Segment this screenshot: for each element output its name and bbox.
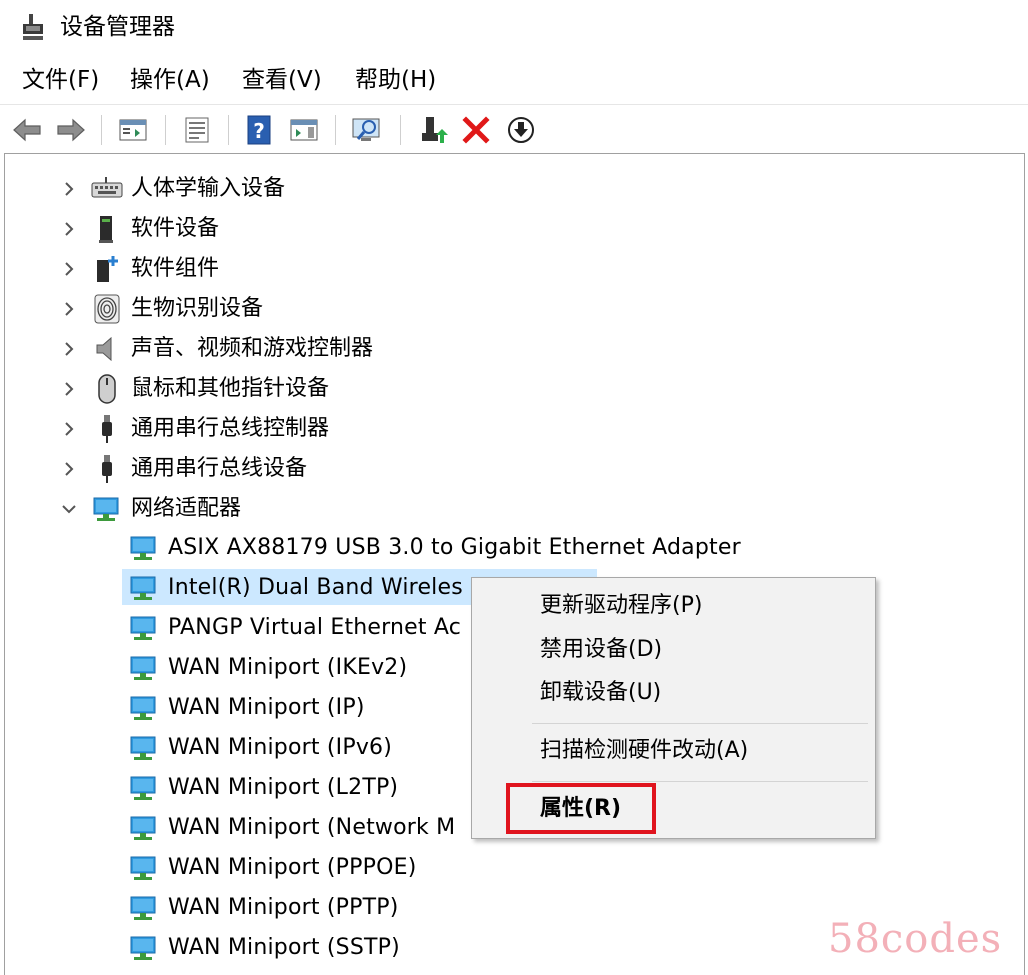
watermark-text: 58codes	[828, 916, 1003, 962]
scan-hardware-icon[interactable]	[350, 113, 384, 147]
network-adapter-label: WAN Miniport (IKEv2)	[168, 655, 408, 680]
network-adapter-item[interactable]: WAN Miniport (PPPOE)	[4, 850, 1019, 886]
network-adapter-icon	[130, 816, 156, 840]
network-adapter-icon	[130, 736, 156, 760]
menu-help[interactable]: 帮助(H)	[355, 64, 436, 96]
network-adapter-icon	[130, 656, 156, 680]
properties-highlight-box	[506, 783, 656, 834]
title-bar: 设备管理器	[0, 0, 1028, 54]
toolbar-separator	[101, 115, 102, 145]
network-adapter-label: WAN Miniport (Network M	[168, 815, 456, 840]
network-adapter-label: ASIX AX88179 USB 3.0 to Gigabit Ethernet…	[168, 535, 741, 560]
forward-arrow-icon[interactable]	[54, 113, 88, 147]
network-adapter-icon	[130, 536, 156, 560]
network-adapter-label: WAN Miniport (PPTP)	[168, 895, 399, 920]
network-adapter-label: Intel(R) Dual Band Wireles	[168, 575, 463, 600]
network-adapter-icon	[130, 896, 156, 920]
network-adapter-icon	[130, 936, 156, 960]
update-driver-icon[interactable]	[416, 113, 450, 147]
svg-text:?: ?	[253, 119, 265, 143]
menu-file[interactable]: 文件(F)	[22, 64, 99, 96]
ctx-disable-device[interactable]: 禁用设备(D)	[540, 635, 662, 665]
window-title: 设备管理器	[60, 14, 175, 40]
ctx-scan-hardware[interactable]: 扫描检测硬件改动(A)	[540, 736, 748, 766]
network-adapter-label: WAN Miniport (IPv6)	[168, 735, 393, 760]
device-manager-app-icon	[23, 14, 43, 40]
show-hide-tree-icon[interactable]	[116, 113, 150, 147]
toolbar-separator	[228, 115, 229, 145]
ctx-update-driver[interactable]: 更新驱动程序(P)	[540, 591, 702, 621]
context-menu: 更新驱动程序(P) 禁用设备(D) 卸载设备(U) 扫描检测硬件改动(A) 属性…	[471, 577, 876, 839]
menu-action[interactable]: 操作(A)	[130, 64, 210, 96]
network-adapter-item[interactable]: ASIX AX88179 USB 3.0 to Gigabit Ethernet…	[4, 530, 1019, 566]
network-adapter-icon	[130, 696, 156, 720]
menu-bar: 文件(F) 操作(A) 查看(V) 帮助(H)	[0, 58, 1028, 102]
toolbar-separator	[400, 115, 401, 145]
network-adapter-list: ASIX AX88179 USB 3.0 to Gigabit Ethernet…	[4, 153, 1019, 974]
network-adapter-label: WAN Miniport (IP)	[168, 695, 365, 720]
toolbar-separator	[165, 115, 166, 145]
network-adapter-icon	[130, 576, 156, 600]
network-adapter-label: WAN Miniport (PPPOE)	[168, 855, 417, 880]
network-adapter-label: WAN Miniport (SSTP)	[168, 935, 400, 960]
toolbar-separator	[335, 115, 336, 145]
network-adapter-label: WAN Miniport (L2TP)	[168, 775, 399, 800]
network-adapter-label: PANGP Virtual Ethernet Ac	[168, 615, 462, 640]
download-driver-icon[interactable]	[504, 113, 538, 147]
uninstall-x-icon[interactable]	[459, 113, 493, 147]
properties-sheet-icon[interactable]	[180, 113, 214, 147]
toolbar: ?	[0, 104, 1028, 153]
ctx-separator	[532, 723, 868, 724]
network-adapter-icon	[130, 776, 156, 800]
ctx-uninstall-device[interactable]: 卸载设备(U)	[540, 678, 661, 708]
network-adapter-icon	[130, 856, 156, 880]
action-pane-icon[interactable]	[287, 113, 321, 147]
menu-view[interactable]: 查看(V)	[242, 64, 322, 96]
back-arrow-icon[interactable]	[10, 113, 44, 147]
help-icon[interactable]: ?	[242, 113, 276, 147]
ctx-separator	[532, 781, 868, 782]
network-adapter-icon	[130, 616, 156, 640]
